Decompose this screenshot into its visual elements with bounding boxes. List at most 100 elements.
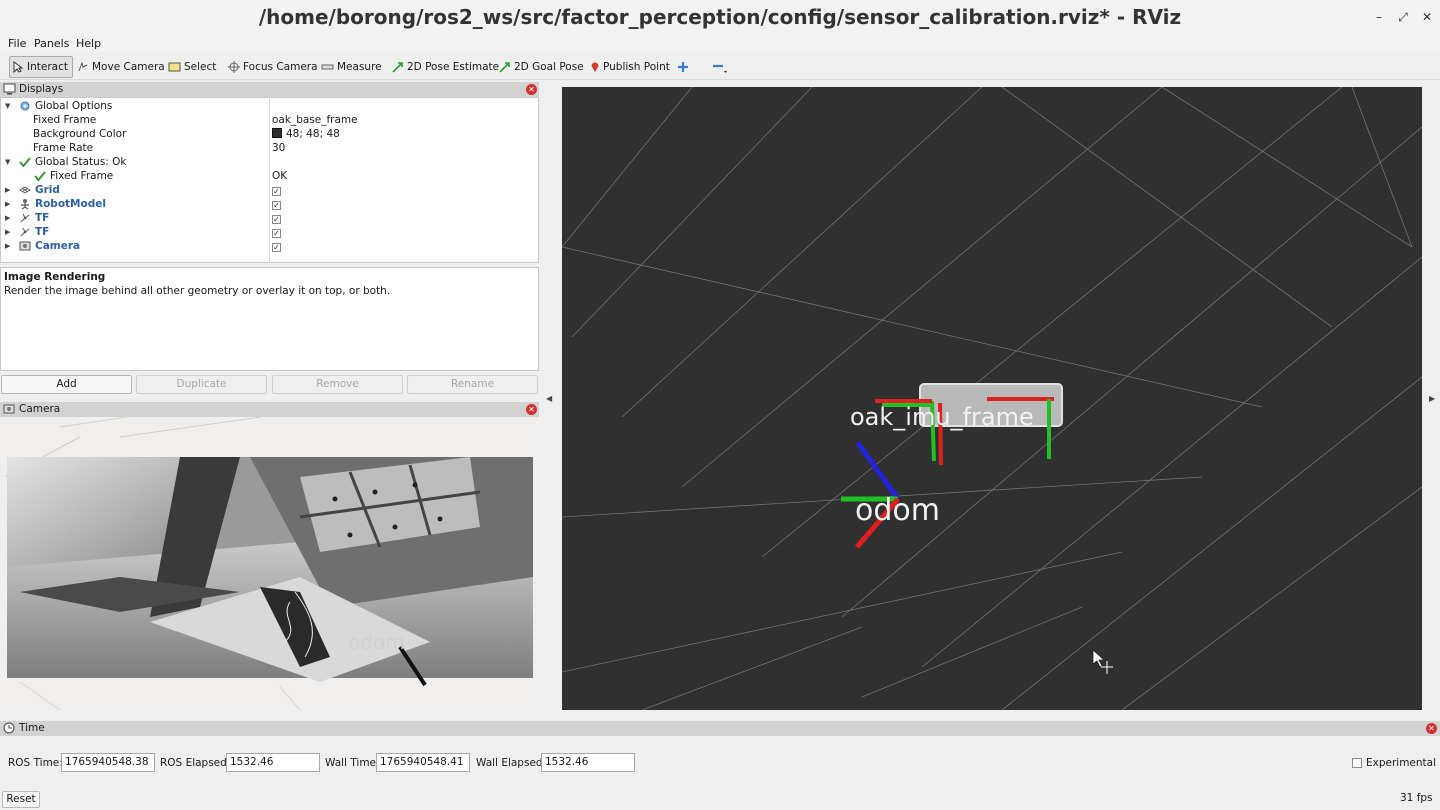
robotmodel-label: RobotModel bbox=[35, 198, 106, 210]
move-camera-tool-button[interactable]: Move Camera bbox=[77, 56, 165, 78]
duplicate-button[interactable]: Duplicate bbox=[136, 375, 267, 394]
camera-icon bbox=[19, 241, 31, 251]
close-camera-icon[interactable]: ✕ bbox=[526, 404, 537, 415]
select-tool-button[interactable]: Select bbox=[168, 56, 216, 78]
interact-label: Interact bbox=[27, 61, 68, 73]
close-window-button[interactable]: ✕ bbox=[1418, 8, 1436, 26]
grid-scene: oak_imu_frame odom bbox=[562, 87, 1422, 710]
fixed-frame-value[interactable]: oak_base_frame bbox=[272, 113, 358, 127]
tf-icon bbox=[20, 213, 30, 223]
collapse-arrow-icon[interactable]: ▶ bbox=[5, 239, 10, 253]
status-fixed-frame-value: OK bbox=[272, 170, 288, 182]
maximize-button[interactable]: ⤢ bbox=[1394, 8, 1412, 26]
experimental-label: Experimental bbox=[1366, 757, 1437, 769]
pose-estimate-label: 2D Pose Estimate bbox=[407, 61, 500, 73]
interact-tool-button[interactable]: Interact bbox=[9, 56, 73, 78]
tf-icon bbox=[20, 227, 30, 237]
add-tool-button[interactable] bbox=[677, 56, 692, 78]
focus-camera-icon bbox=[228, 61, 240, 73]
wall-time-field[interactable]: 1765940548.41 bbox=[376, 753, 470, 772]
tool-toolbar: Interact Move Camera Select Focus Camera… bbox=[0, 54, 1440, 80]
menu-file[interactable]: File bbox=[8, 37, 26, 50]
close-time-icon[interactable]: ✕ bbox=[1426, 723, 1437, 734]
ros-time-label: ROS Time: bbox=[8, 757, 63, 769]
display-item-tf-1[interactable]: ▶ TF ✓ bbox=[1, 211, 540, 225]
wall-time-label: Wall Time: bbox=[325, 757, 380, 769]
publish-point-tool-button[interactable]: Publish Point bbox=[590, 56, 670, 78]
camera-checkbox[interactable]: ✓ bbox=[272, 239, 281, 253]
camera-image-view[interactable]: odom bbox=[0, 417, 539, 710]
tf-label: TF bbox=[35, 212, 50, 224]
tf-label: TF bbox=[35, 226, 50, 238]
add-button[interactable]: Add bbox=[1, 375, 132, 394]
color-swatch bbox=[272, 128, 282, 138]
fps-indicator: 31 fps bbox=[1400, 792, 1433, 804]
display-item-grid[interactable]: ▶ Grid ✓ bbox=[1, 183, 540, 197]
cursor-icon bbox=[13, 61, 24, 74]
minimize-button[interactable]: – bbox=[1370, 8, 1388, 26]
pose-estimate-tool-button[interactable]: 2D Pose Estimate bbox=[392, 56, 499, 78]
ros-elapsed-field[interactable]: 1532.46 bbox=[226, 753, 320, 772]
displays-panel-header: Displays ✕ bbox=[0, 82, 539, 97]
fixed-frame-row[interactable]: Fixed Frame oak_base_frame bbox=[1, 113, 540, 127]
background-color-value[interactable]: 48; 48; 48 bbox=[272, 127, 340, 141]
wall-elapsed-field[interactable]: 1532.46 bbox=[541, 753, 635, 772]
focus-camera-tool-button[interactable]: Focus Camera bbox=[228, 56, 318, 78]
camera-image: odom bbox=[4, 417, 533, 710]
collapse-arrow-icon[interactable]: ▶ bbox=[5, 211, 10, 225]
green-arrow-icon bbox=[392, 62, 403, 73]
menu-help[interactable]: Help bbox=[76, 37, 101, 50]
property-description: Image Rendering Render the image behind … bbox=[0, 267, 539, 371]
goal-pose-tool-button[interactable]: 2D Goal Pose bbox=[499, 56, 584, 78]
robot-icon bbox=[21, 199, 29, 210]
measure-tool-button[interactable]: Measure bbox=[321, 56, 382, 78]
close-displays-icon[interactable]: ✕ bbox=[526, 84, 537, 95]
camera-panel-title: Camera bbox=[19, 403, 61, 415]
green-arrow-icon bbox=[499, 62, 510, 73]
expand-arrow-icon[interactable]: ▼ bbox=[5, 155, 10, 169]
tf-checkbox[interactable]: ✓ bbox=[272, 225, 281, 239]
rename-button[interactable]: Rename bbox=[407, 375, 538, 394]
map-pin-icon bbox=[591, 62, 599, 72]
select-icon bbox=[168, 62, 181, 72]
frame-rate-value[interactable]: 30 bbox=[272, 141, 285, 155]
display-item-robotmodel[interactable]: ▶ RobotModel ✓ bbox=[1, 197, 540, 211]
fixed-frame-label: Fixed Frame bbox=[33, 114, 97, 126]
column-separator[interactable] bbox=[269, 97, 270, 263]
frame-rate-row[interactable]: Frame Rate 30 bbox=[1, 141, 540, 155]
display-item-camera[interactable]: ▶ Camera ✓ bbox=[1, 239, 540, 253]
collapse-arrow-icon[interactable]: ▶ bbox=[5, 183, 10, 197]
remove-tool-button[interactable] bbox=[712, 56, 731, 78]
global-status-row[interactable]: ▼ Global Status: Ok bbox=[1, 155, 540, 169]
menu-panels[interactable]: Panels bbox=[34, 37, 69, 50]
background-color-label: Background Color bbox=[33, 128, 127, 140]
global-status-label: Global Status: Ok bbox=[35, 156, 127, 168]
goal-pose-label: 2D Goal Pose bbox=[514, 61, 584, 73]
ros-time-field[interactable]: 1765940548.38 bbox=[61, 753, 155, 772]
publish-point-label: Publish Point bbox=[603, 61, 670, 73]
display-item-tf-2[interactable]: ▶ TF ✓ bbox=[1, 225, 540, 239]
splitter-left-arrow-icon[interactable]: ◀ bbox=[546, 394, 552, 403]
reset-button[interactable]: Reset bbox=[2, 791, 40, 808]
experimental-checkbox[interactable] bbox=[1352, 758, 1362, 768]
collapse-arrow-icon[interactable]: ▶ bbox=[5, 225, 10, 239]
frame-label-odom: odom bbox=[855, 493, 940, 528]
time-panel-title: Time bbox=[19, 722, 45, 734]
splitter-right-arrow-icon[interactable]: ▶ bbox=[1429, 394, 1435, 403]
collapse-arrow-icon[interactable]: ▶ bbox=[5, 197, 10, 211]
remove-button[interactable]: Remove bbox=[272, 375, 403, 394]
global-options-row[interactable]: ▼ Global Options bbox=[1, 99, 540, 113]
checkmark-icon bbox=[19, 157, 31, 168]
grid-checkbox[interactable]: ✓ bbox=[272, 183, 281, 197]
3d-render-viewport[interactable]: oak_imu_frame odom bbox=[562, 87, 1422, 710]
background-color-text: 48; 48; 48 bbox=[286, 128, 340, 140]
background-color-row[interactable]: Background Color 48; 48; 48 bbox=[1, 127, 540, 141]
select-label: Select bbox=[184, 61, 217, 73]
expand-arrow-icon[interactable]: ▼ bbox=[5, 99, 10, 113]
gear-icon bbox=[20, 101, 30, 111]
description-text: Render the image behind all other geomet… bbox=[4, 285, 391, 297]
robotmodel-checkbox[interactable]: ✓ bbox=[272, 197, 281, 211]
ros-elapsed-label: ROS Elapsed: bbox=[160, 757, 231, 769]
status-fixed-frame-row[interactable]: Fixed Frame OK bbox=[1, 169, 540, 183]
tf-checkbox[interactable]: ✓ bbox=[272, 211, 281, 225]
